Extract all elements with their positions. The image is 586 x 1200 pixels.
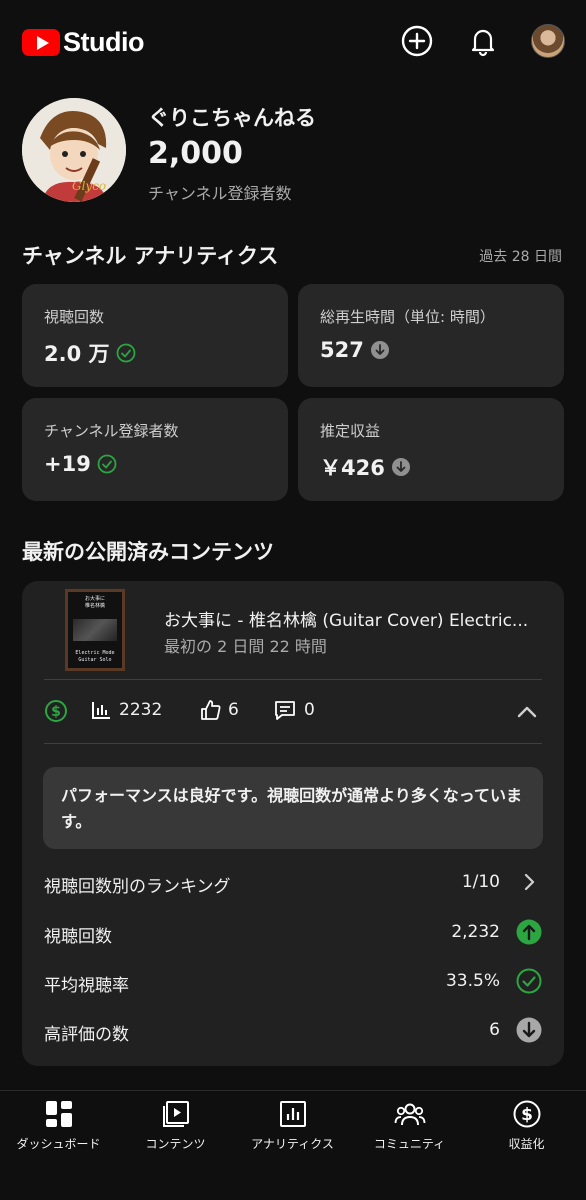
analytics-title: チャンネル アナリティクス	[22, 244, 279, 268]
thumbnail-artwork-caption: Electric Mode Guitar Solo	[75, 650, 115, 663]
create-icon[interactable]	[400, 24, 434, 58]
analytics-period: 過去 28 日間	[479, 249, 562, 265]
metric-row-likes: 高評価の数 6	[44, 1017, 542, 1047]
comments-count: 0	[304, 700, 315, 720]
bottom-navigation: ダッシュボード コンテンツ アナリティクス コミュニティ $ 収益化	[0, 1091, 586, 1200]
nav-label: コミュニティ	[373, 1137, 446, 1151]
nav-content[interactable]: コンテンツ	[117, 1099, 234, 1152]
metric-label: 平均視聴率	[44, 976, 129, 996]
analytics-card-watch-time[interactable]: 総再生時間（単位: 時間） 527	[298, 284, 564, 387]
check-circle-icon	[116, 343, 135, 363]
card-value-text: +19	[44, 452, 91, 476]
logo-text: Studio	[63, 27, 144, 57]
metric-row-views: 視聴回数 2,232	[44, 919, 542, 949]
comment-icon	[275, 701, 295, 720]
chevron-right-icon	[524, 873, 535, 891]
thumbs-up-icon	[201, 700, 221, 720]
arrow-down-circle-icon	[391, 458, 410, 476]
metric-row-avg-view-rate: 平均視聴率 33.5%	[44, 968, 542, 998]
analytics-card-subscribers[interactable]: チャンネル登録者数 +19	[22, 398, 288, 501]
nav-label: アナリティクス	[251, 1137, 334, 1151]
latest-content-title: 最新の公開済みコンテンツ	[22, 540, 274, 564]
monetization-icon: $	[513, 1100, 540, 1128]
metric-value: 1/10	[461, 872, 500, 892]
svg-text:$: $	[51, 704, 61, 720]
latest-content-card: お大事に 椎名林檎 Electric Mode Guitar Solo お大事に -…	[22, 581, 564, 1066]
nav-label: ダッシュボード	[16, 1137, 101, 1151]
account-avatar[interactable]	[531, 24, 565, 58]
nav-monetization[interactable]: $ 収益化	[468, 1099, 585, 1152]
metric-value: 2,232	[451, 922, 500, 942]
dashboard-icon	[45, 1101, 72, 1127]
likes-count: 6	[228, 700, 239, 720]
analytics-card-views[interactable]: 視聴回数 2.0 万	[22, 284, 288, 387]
arrow-up-icon	[516, 919, 542, 945]
performance-message: パフォーマンスは良好です。視聴回数が通常より多くなっています。	[43, 767, 543, 849]
check-circle-icon	[97, 454, 117, 474]
views-count: 2232	[119, 700, 163, 720]
views-stat: 2232	[90, 699, 162, 721]
analytics-icon	[279, 1101, 306, 1127]
studio-logo[interactable]: Studio	[22, 27, 144, 58]
card-label: チャンネル登録者数	[44, 422, 179, 440]
video-title[interactable]: お大事に - 椎名林檎 (Guitar Cover) Electric...	[164, 606, 544, 631]
divider	[44, 679, 542, 680]
metric-label: 高評価の数	[44, 1025, 129, 1045]
video-thumbnail[interactable]: お大事に 椎名林檎 Electric Mode Guitar Solo	[65, 589, 125, 671]
thumbnail-artwork: お大事に 椎名林檎	[84, 596, 105, 609]
check-icon	[516, 968, 542, 994]
thumbnail-image	[73, 619, 117, 641]
collapse-chevron-up-icon[interactable]	[514, 699, 540, 729]
card-value: 2.0 万	[44, 338, 136, 368]
nav-dashboard[interactable]: ダッシュボード	[0, 1099, 117, 1152]
youtube-logo-icon	[22, 29, 60, 56]
card-label: 視聴回数	[44, 308, 105, 326]
card-value: ￥426	[320, 452, 411, 482]
dollar-circle-icon: $	[45, 700, 67, 722]
nav-analytics[interactable]: アナリティクス	[234, 1099, 351, 1152]
card-label: 推定収益	[320, 422, 381, 440]
likes-stat: 6	[199, 699, 239, 721]
nav-label: コンテンツ	[145, 1137, 206, 1151]
channel-name: ぐりこちゃんねる	[148, 106, 316, 130]
subscriber-count: 2,000	[148, 136, 243, 171]
card-value: 527	[320, 338, 390, 362]
metric-value: 33.5%	[445, 971, 500, 991]
subscriber-label: チャンネル登録者数	[148, 184, 292, 203]
community-icon	[394, 1103, 425, 1126]
arrow-down-icon	[516, 1017, 542, 1043]
app-header: Studio	[0, 0, 586, 82]
video-period: 最初の 2 日間 22 時間	[164, 637, 327, 656]
card-value-text: 2.0 万	[44, 342, 110, 366]
metric-label: 視聴回数	[44, 927, 112, 947]
notifications-icon[interactable]	[466, 24, 500, 58]
nav-community[interactable]: コミュニティ	[351, 1099, 468, 1152]
card-value-text: ￥426	[320, 456, 385, 480]
metric-label: 視聴回数別のランキング	[44, 877, 231, 897]
svg-text:$: $	[521, 1105, 533, 1125]
nav-label: 収益化	[508, 1137, 545, 1151]
bar-chart-icon	[92, 702, 110, 719]
metric-row-ranking[interactable]: 視聴回数別のランキング 1/10	[44, 869, 542, 899]
arrow-down-circle-icon	[370, 341, 389, 359]
svg-text:Glyco: Glyco	[72, 179, 106, 193]
monetization-status[interactable]: $	[44, 699, 75, 723]
content-icon	[162, 1101, 189, 1127]
comments-stat: 0	[273, 699, 315, 721]
divider	[44, 743, 542, 744]
channel-avatar[interactable]: Glyco	[22, 98, 126, 202]
card-value-text: 527	[320, 338, 364, 362]
metric-value: 6	[489, 1020, 500, 1040]
card-label: 総再生時間（単位: 時間）	[320, 308, 495, 326]
analytics-card-revenue[interactable]: 推定収益 ￥426	[298, 398, 564, 501]
card-value: +19	[44, 452, 117, 476]
